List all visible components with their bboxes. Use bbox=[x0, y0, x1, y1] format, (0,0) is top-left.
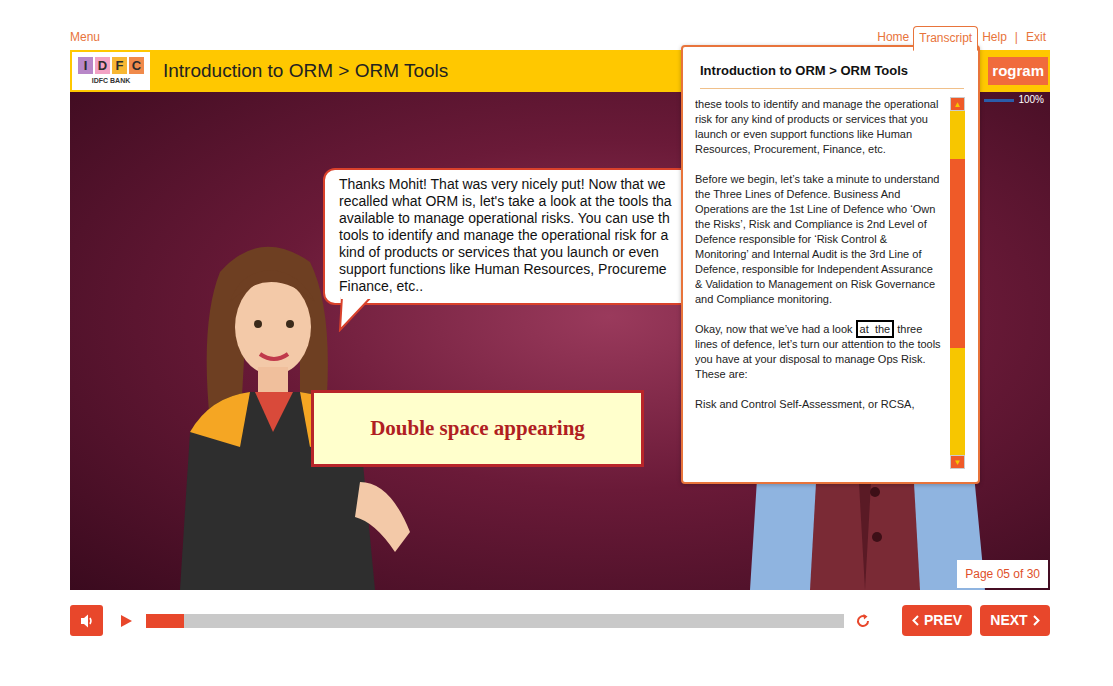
transcript-text: these tools to identify and manage the o… bbox=[695, 97, 943, 469]
speech-line: support functions like Human Resources, … bbox=[339, 261, 731, 278]
logo-letter: C bbox=[129, 57, 144, 74]
next-button[interactable]: NEXT bbox=[980, 605, 1050, 636]
course-progress-track bbox=[984, 99, 1014, 102]
transcript-paragraph: Before we begin, let’s take a minute to … bbox=[695, 172, 943, 307]
highlighted-text: at the bbox=[856, 320, 895, 338]
transcript-paragraph: these tools to identify and manage the o… bbox=[695, 97, 943, 157]
scroll-track[interactable] bbox=[950, 111, 965, 455]
transcript-paragraph: Risk and Control Self-Assessment, or RCS… bbox=[695, 397, 943, 412]
speech-tail bbox=[338, 296, 378, 332]
chevron-left-icon bbox=[912, 615, 919, 626]
scroll-thumb[interactable] bbox=[950, 159, 965, 348]
prev-label: PREV bbox=[924, 610, 962, 631]
speech-line: tools to identify and manage the operati… bbox=[339, 227, 731, 244]
top-link[interactable]: Help bbox=[978, 30, 1011, 44]
menu-link[interactable]: Menu bbox=[70, 30, 100, 44]
top-link[interactable]: Exit bbox=[1022, 30, 1050, 44]
logo-letter: D bbox=[95, 57, 110, 74]
speaker-icon bbox=[79, 613, 95, 629]
nav-links: HomeTranscriptHelp|Exit bbox=[873, 26, 1050, 44]
transcript-paragraph: Okay, now that we’ve had a look at the t… bbox=[695, 322, 943, 382]
seek-bar-fill bbox=[146, 614, 184, 628]
transcript-text-run: Risk and Control Self-Assessment, or RCS… bbox=[695, 398, 914, 410]
scroll-up-button[interactable]: ▲ bbox=[950, 97, 965, 111]
top-link[interactable]: Home bbox=[873, 30, 913, 44]
play-button[interactable] bbox=[120, 613, 133, 629]
page-indicator: Page 05 of 30 bbox=[957, 560, 1048, 588]
speech-line: Thanks Mohit! That was very nicely put! … bbox=[339, 176, 731, 193]
review-note: Double space appearing bbox=[311, 390, 644, 467]
transcript-scrollbar[interactable]: ▲ ▼ bbox=[950, 97, 965, 469]
top-links: Menu HomeTranscriptHelp | Exit bbox=[70, 0, 1050, 50]
top-link[interactable]: Transcript bbox=[913, 26, 978, 51]
scroll-offset bbox=[950, 111, 965, 159]
logo-letter: F bbox=[112, 57, 127, 74]
course-progress-reading: 100% bbox=[1018, 94, 1044, 106]
play-icon bbox=[120, 614, 133, 628]
next-label: NEXT bbox=[990, 610, 1027, 631]
transcript-panel: Introduction to ORM > ORM Tools these to… bbox=[681, 45, 980, 484]
speech-line: recalled what ORM is, let's take a look … bbox=[339, 193, 731, 210]
speech-line: available to manage operational risks. Y… bbox=[339, 210, 731, 227]
replay-button[interactable] bbox=[854, 612, 872, 630]
module-title: Introduction to ORM > ORM Tools bbox=[163, 57, 448, 86]
logo-caption: IDFC BANK bbox=[92, 76, 131, 85]
course-progress-fill bbox=[984, 99, 1014, 102]
prev-button[interactable]: PREV bbox=[902, 605, 972, 636]
speech-line: Finance, etc.. bbox=[339, 278, 731, 295]
program-label: rogram bbox=[988, 57, 1048, 86]
volume-button[interactable] bbox=[70, 605, 103, 636]
player-controls: PREV NEXT bbox=[70, 605, 1050, 636]
scroll-down-button[interactable]: ▼ bbox=[950, 455, 965, 469]
transcript-text-run: Before we begin, let’s take a minute to … bbox=[695, 173, 939, 305]
review-note-text: Double space appearing bbox=[370, 413, 585, 445]
logo-letter: I bbox=[78, 57, 93, 74]
course-player: Menu HomeTranscriptHelp | Exit IDFC IDFC BA… bbox=[70, 0, 1050, 636]
speech-line: kind of products or services that you la… bbox=[339, 244, 731, 261]
bank-logo: IDFC IDFC BANK bbox=[72, 52, 150, 90]
seek-bar[interactable] bbox=[146, 614, 844, 628]
course-progress: 100% bbox=[984, 94, 1044, 106]
transcript-text-run: these tools to identify and manage the o… bbox=[695, 98, 938, 155]
transcript-text-run: Okay, now that we’ve had a look bbox=[695, 323, 856, 335]
replay-icon bbox=[854, 612, 872, 630]
chevron-right-icon bbox=[1033, 615, 1040, 626]
speech-bubble: Thanks Mohit! That was very nicely put! … bbox=[323, 168, 743, 305]
link-separator: | bbox=[1015, 30, 1018, 44]
logo-letters: IDFC bbox=[78, 57, 144, 74]
transcript-title: Introduction to ORM > ORM Tools bbox=[700, 61, 964, 89]
